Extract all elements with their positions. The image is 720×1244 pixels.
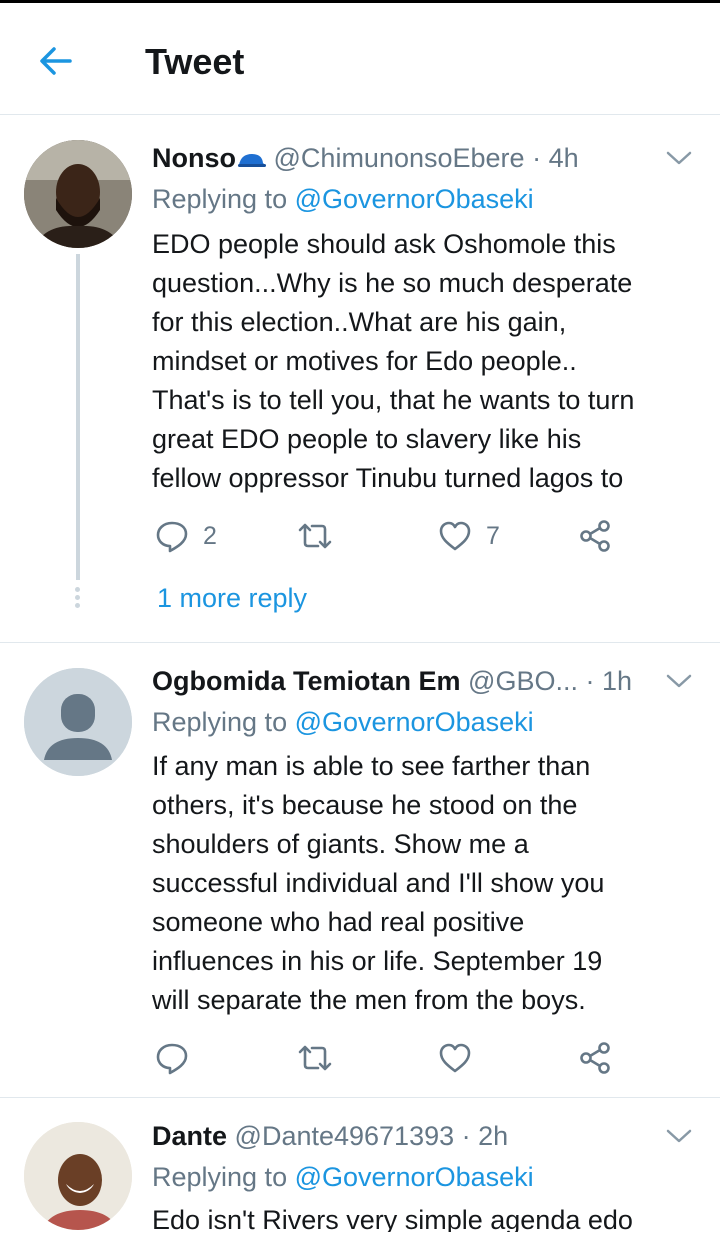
like-button[interactable]	[438, 1038, 472, 1078]
user-name[interactable]: Ogbomida Temiotan Em	[152, 666, 461, 696]
user-handle[interactable]: @Dante49671393	[235, 1121, 455, 1151]
reply-count: 2	[203, 521, 217, 550]
like-count: 7	[486, 521, 500, 550]
retweet-button[interactable]	[297, 1038, 333, 1078]
reply-button[interactable]	[155, 1038, 189, 1078]
app-header: Tweet	[0, 3, 720, 115]
tweet-time: 4h	[548, 143, 579, 173]
tweet-text: EDO people should ask Oshomole this ques…	[152, 229, 635, 493]
nav-bar-edge	[0, 1232, 720, 1244]
share-button[interactable]	[578, 516, 612, 556]
replying-to: Replying to @GovernorObaseki	[152, 184, 534, 214]
like-button[interactable]: 7	[438, 516, 500, 556]
tweet-time: 1h	[601, 666, 633, 696]
user-name[interactable]: Dante	[152, 1121, 227, 1151]
avatar[interactable]	[24, 668, 132, 776]
heart-icon	[439, 521, 471, 551]
tweet-text: If any man is able to see farther than o…	[152, 751, 605, 1015]
replying-to: Replying to @GovernorObaseki	[152, 1162, 534, 1192]
mention-link[interactable]: @GovernorObaseki	[295, 1162, 534, 1192]
more-replies-link[interactable]: 1 more reply	[157, 580, 307, 616]
chevron-down-icon[interactable]	[664, 1126, 694, 1146]
reply-icon	[156, 521, 188, 553]
chevron-down-icon[interactable]	[664, 148, 694, 168]
thread-dots	[75, 587, 81, 611]
tweet-time: 2h	[478, 1121, 509, 1151]
user-photo-icon	[24, 140, 132, 248]
tweet-header: Ogbomida Temiotan Em @GBO... · 1h	[152, 666, 633, 696]
thread-connector	[76, 254, 80, 580]
user-name[interactable]: Nonso	[152, 143, 236, 173]
user-handle[interactable]: @GBO...	[468, 666, 578, 696]
share-icon	[580, 1042, 610, 1074]
page-title: Tweet	[145, 41, 245, 82]
divider	[0, 642, 720, 643]
reply-button[interactable]: 2	[155, 516, 217, 556]
divider	[0, 1097, 720, 1098]
retweet-button[interactable]	[297, 516, 333, 556]
back-button[interactable]	[36, 41, 76, 81]
share-icon	[580, 520, 610, 552]
tweet-actions: 2 7	[155, 516, 625, 556]
user-photo-icon	[24, 1122, 132, 1230]
mention-link[interactable]: @GovernorObaseki	[295, 184, 534, 214]
reply-icon	[156, 1043, 188, 1075]
replying-to: Replying to @GovernorObaseki	[152, 707, 534, 737]
user-handle[interactable]: @ChimunonsoEbere	[274, 143, 525, 173]
avatar[interactable]	[24, 1122, 132, 1230]
retweet-icon	[298, 1045, 332, 1071]
avatar[interactable]	[24, 140, 132, 248]
cap-emoji-icon	[238, 153, 266, 167]
tweet-actions	[155, 1038, 625, 1078]
arrow-left-icon	[40, 47, 72, 75]
default-avatar-icon	[24, 668, 132, 776]
retweet-icon	[298, 523, 332, 549]
mention-link[interactable]: @GovernorObaseki	[295, 707, 534, 737]
share-button[interactable]	[578, 1038, 612, 1078]
chevron-down-icon[interactable]	[664, 671, 694, 691]
heart-icon	[439, 1043, 471, 1073]
tweet-header: Dante @Dante49671393 · 2h	[152, 1121, 509, 1151]
tweet-header: Nonso @ChimunonsoEbere · 4h	[152, 143, 579, 173]
